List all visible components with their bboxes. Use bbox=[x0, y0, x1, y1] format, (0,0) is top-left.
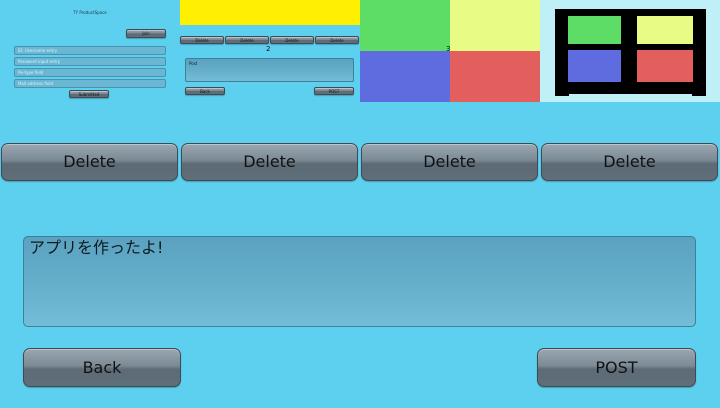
post-button[interactable]: POST bbox=[537, 348, 696, 387]
delete-button-1[interactable]: Delete bbox=[1, 143, 178, 181]
panel-1-field-4[interactable]: Mail address field bbox=[14, 79, 166, 88]
panel-1-field-1[interactable]: ID: Username entry bbox=[14, 46, 166, 55]
green-tile bbox=[360, 0, 450, 51]
panel-2-delete-button-4[interactable]: Delete bbox=[315, 36, 359, 44]
blue-tile bbox=[360, 51, 450, 102]
panel-1-field-2[interactable]: Password input entry bbox=[14, 57, 166, 66]
thumbnail-panel-3: 3 bbox=[360, 0, 540, 102]
delete-button-2[interactable]: Delete bbox=[181, 143, 358, 181]
thumbnail-panel-2: Delete Delete Delete Delete 2 Post Back … bbox=[180, 0, 360, 102]
frame-red-tile bbox=[637, 50, 693, 82]
panel-1-submit-button[interactable]: Submitted bbox=[69, 90, 109, 98]
panel-2-yellow-bar bbox=[180, 0, 360, 25]
panel-2-delete-button-3[interactable]: Delete bbox=[270, 36, 314, 44]
thumbnail-panel-1: TY ProductSpace Join 1 ID: Username entr… bbox=[0, 0, 180, 102]
frame-yellow-tile bbox=[637, 16, 693, 44]
post-textarea[interactable]: アプリを作ったよ! bbox=[23, 236, 696, 327]
panel-2-post-button[interactable]: POST bbox=[314, 87, 354, 95]
frame-green-tile bbox=[568, 16, 621, 44]
panel-2-delete-button-1[interactable]: Delete bbox=[180, 36, 224, 44]
panel-2-delete-button-2[interactable]: Delete bbox=[225, 36, 269, 44]
panel-2-back-button[interactable]: Back bbox=[185, 87, 225, 95]
delete-button-3[interactable]: Delete bbox=[361, 143, 538, 181]
frame-foot-right bbox=[692, 94, 706, 96]
panel-2-textarea[interactable]: Post bbox=[185, 58, 354, 82]
thumbnail-panel-4 bbox=[540, 0, 720, 102]
frame-foot-left bbox=[555, 94, 569, 96]
back-button[interactable]: Back bbox=[23, 348, 181, 387]
delete-button-4[interactable]: Delete bbox=[541, 143, 718, 181]
panel-1-header: TY ProductSpace bbox=[73, 10, 107, 15]
panel-1-join-button[interactable]: Join bbox=[126, 29, 166, 38]
panel-3-number: 3 bbox=[446, 45, 451, 53]
frame-blue-tile bbox=[568, 50, 621, 82]
panel-1-field-3[interactable]: Re-type field bbox=[14, 68, 166, 77]
panel-2-number: 2 bbox=[266, 45, 271, 53]
post-text: アプリを作ったよ! bbox=[29, 238, 164, 257]
light-yellow-tile bbox=[450, 0, 540, 51]
red-tile bbox=[450, 51, 540, 102]
